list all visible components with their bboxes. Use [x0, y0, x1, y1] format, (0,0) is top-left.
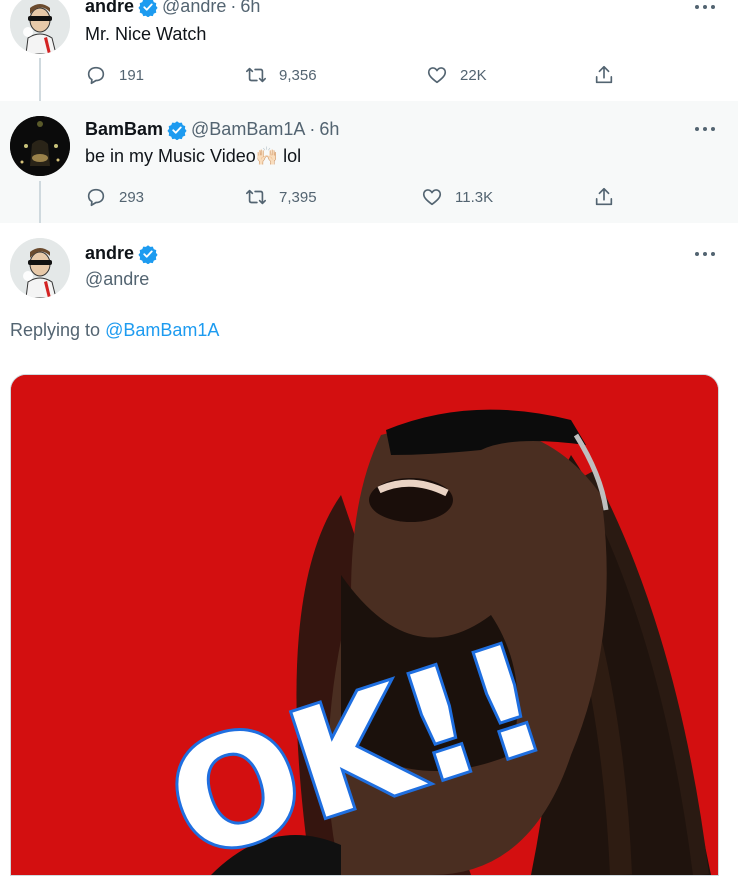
heart-icon [422, 189, 442, 206]
avatar-andre[interactable] [10, 238, 70, 298]
tweet-text: Mr. Nice Watch [85, 24, 207, 44]
tweet-bambam[interactable]: BamBam @BamBam1A · 6h be in my Music Vid… [0, 101, 738, 223]
replying-prefix: Replying to [10, 320, 106, 340]
timestamp[interactable]: 6h [240, 0, 260, 17]
tweet-media-gif[interactable]: OK!! [10, 374, 719, 876]
avatar-bambam[interactable] [10, 116, 70, 176]
share-icon [595, 65, 613, 84]
handle[interactable]: @andre [85, 269, 149, 290]
reply-icon [87, 66, 105, 85]
tweet-actions: 293 7,395 11.3K [85, 186, 625, 210]
more-dots-icon[interactable] [695, 126, 715, 132]
separator-dot: · [230, 0, 237, 16]
display-name[interactable]: andre [85, 0, 134, 17]
retweet-count: 7,395 [279, 188, 317, 206]
more-dots-icon[interactable] [695, 4, 715, 10]
tweet-header: BamBam @BamBam1A · 6h [85, 119, 339, 140]
retweet-icon [246, 189, 266, 205]
verified-badge-icon [167, 120, 187, 140]
reply-count: 293 [119, 188, 145, 206]
like-button[interactable]: 22K [426, 64, 487, 86]
reply-button[interactable]: 191 [85, 64, 144, 86]
handle[interactable]: @BamBam1A [191, 119, 305, 140]
share-icon [595, 187, 613, 206]
display-name[interactable]: andre [85, 243, 134, 264]
replying-to-link[interactable]: @BamBam1A [105, 320, 219, 340]
tweet-text-suffix: lol [278, 146, 302, 166]
main-tweet-andre: andre @andre Replying to @BamBam1A OK!! [0, 223, 738, 876]
share-button[interactable] [593, 186, 627, 208]
retweet-button[interactable]: 9,356 [245, 64, 317, 86]
display-name[interactable]: BamBam [85, 119, 163, 140]
reply-icon [87, 188, 105, 207]
tweet-text: be in my Music Video🙌🏻 lol [85, 146, 301, 167]
heart-icon [427, 67, 447, 84]
verified-badge-icon [138, 244, 158, 264]
tweet-header: andre [85, 243, 162, 264]
like-count: 11.3K [455, 188, 494, 206]
handle[interactable]: @andre [162, 0, 226, 17]
share-button[interactable] [593, 64, 627, 86]
retweet-button[interactable]: 7,395 [245, 186, 317, 208]
retweet-icon [246, 67, 266, 83]
like-button[interactable]: 11.3K [421, 186, 493, 208]
gif-frame: OK!! [11, 375, 718, 875]
like-count: 22K [460, 66, 487, 84]
reply-button[interactable]: 293 [85, 186, 144, 208]
timestamp[interactable]: 6h [319, 119, 339, 140]
tweet-actions: 191 9,356 22K [85, 64, 625, 88]
replying-to: Replying to @BamBam1A [10, 320, 219, 341]
raising-hands-icon: 🙌🏻 [255, 146, 279, 166]
more-dots-icon[interactable] [695, 251, 715, 257]
tweet-text-main: be in my Music Video [85, 146, 256, 166]
reply-count: 191 [119, 66, 145, 84]
tweet-header: andre @andre · 6h [85, 0, 260, 17]
retweet-count: 9,356 [279, 66, 317, 84]
separator-dot: · [309, 119, 316, 139]
avatar-andre[interactable] [10, 0, 70, 54]
verified-badge-icon [138, 0, 158, 17]
tweet-andre-1[interactable]: andre @andre · 6h Mr. Nice Watch 191 9,3… [0, 0, 738, 101]
